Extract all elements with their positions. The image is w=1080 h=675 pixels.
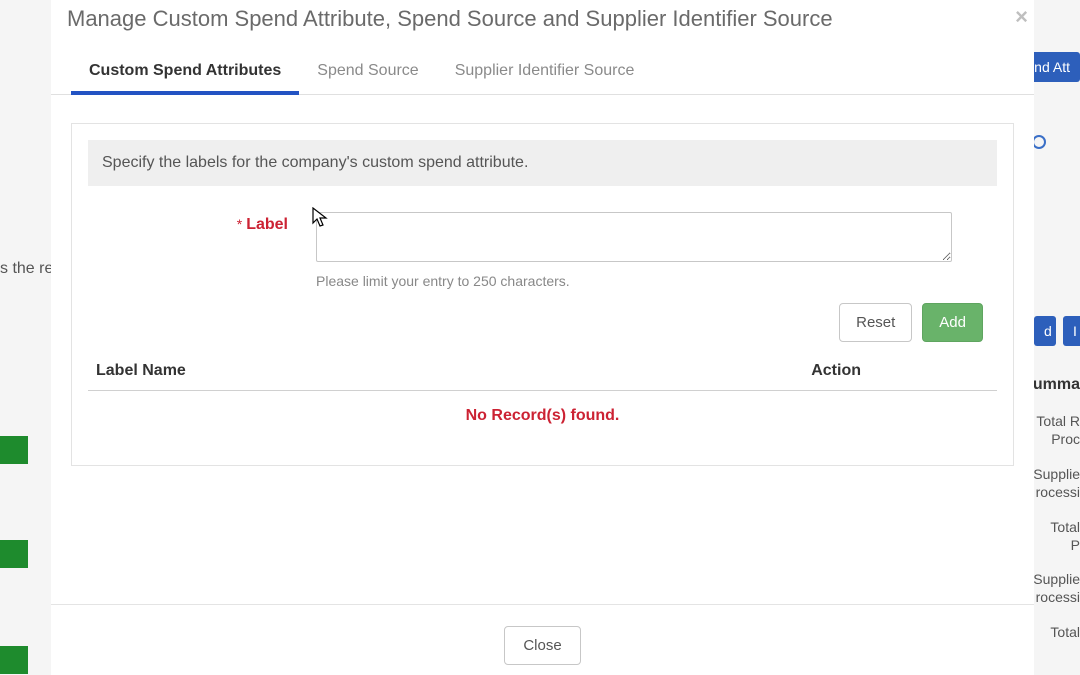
table-head: Label Name Action (88, 356, 997, 391)
bg-line-7: rocessi (1036, 589, 1080, 605)
modal-dialog: Manage Custom Spend Attribute, Spend Sou… (51, 0, 1034, 675)
bg-line-1: Proc (1051, 431, 1080, 447)
tabs-bar: Custom Spend Attributes Spend Source Sup… (51, 50, 1034, 95)
tab-spend-source[interactable]: Spend Source (299, 50, 436, 94)
bg-green-2 (0, 540, 28, 568)
input-cell: Please limit your entry to 250 character… (316, 212, 989, 289)
form-button-row: Reset Add (72, 297, 1013, 342)
form-row-label: *Label Please limit your entry to 250 ch… (96, 212, 989, 289)
modal-header: Manage Custom Spend Attribute, Spend Sou… (51, 0, 1034, 50)
close-button[interactable]: Close (504, 626, 580, 665)
bg-line-6: Supplie (1033, 571, 1080, 587)
tab-panel: Specify the labels for the company's cus… (71, 123, 1014, 466)
close-icon[interactable]: × (1015, 4, 1028, 30)
modal-title: Manage Custom Spend Attribute, Spend Sou… (67, 6, 1018, 32)
col-label-name: Label Name (96, 362, 186, 380)
bg-i-button[interactable]: I (1063, 316, 1080, 346)
empty-state: No Record(s) found. (88, 391, 997, 425)
reset-button[interactable]: Reset (839, 303, 912, 342)
bg-d-button[interactable]: d (1034, 316, 1056, 346)
label-field-label: Label (246, 216, 288, 233)
bg-line-5: P (1071, 537, 1080, 553)
bg-green-3 (0, 646, 28, 674)
bg-line-3: rocessi (1036, 484, 1080, 500)
form-label-cell: *Label (96, 212, 316, 234)
add-button[interactable]: Add (922, 303, 983, 342)
bg-circle-icon (1032, 135, 1046, 149)
col-action: Action (811, 362, 861, 380)
tab-supplier-identifier-source[interactable]: Supplier Identifier Source (437, 50, 653, 94)
required-star: * (237, 216, 242, 232)
label-input[interactable] (316, 212, 952, 262)
bg-green-1 (0, 436, 28, 464)
bg-line-2: Supplie (1033, 466, 1080, 482)
bg-line-0: Total R (1036, 413, 1080, 429)
bg-line-4: Total (1050, 519, 1080, 535)
footer: Close (51, 626, 1034, 665)
label-table: Label Name Action No Record(s) found. (88, 356, 997, 425)
footer-divider (51, 604, 1034, 605)
tab-custom-spend-attributes[interactable]: Custom Spend Attributes (71, 50, 299, 94)
info-bar: Specify the labels for the company's cus… (88, 140, 997, 186)
hint-text: Please limit your entry to 250 character… (316, 273, 979, 289)
bg-line-8: Total (1050, 624, 1080, 640)
